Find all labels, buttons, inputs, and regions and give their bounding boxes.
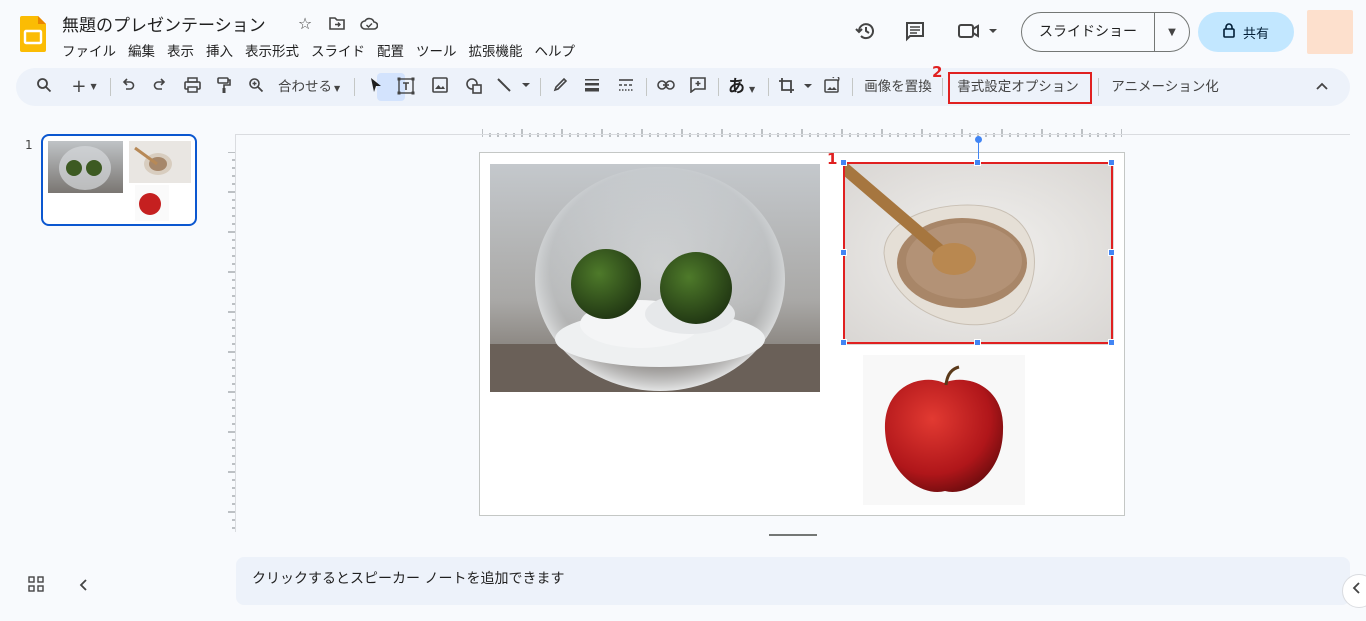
collapse-filmstrip-icon[interactable] <box>78 577 88 596</box>
crop-image-icon[interactable] <box>778 77 816 97</box>
slideshow-button[interactable]: スライドショー ▼ <box>1021 12 1190 52</box>
resize-handle[interactable] <box>974 339 981 346</box>
toolbar-divider <box>1098 78 1099 96</box>
resize-handle[interactable] <box>1108 249 1115 256</box>
format-options-highlight <box>948 72 1092 104</box>
annotation-1: 1 <box>827 150 838 168</box>
grid-view-icon[interactable] <box>28 576 44 596</box>
rotate-handle[interactable] <box>975 136 982 143</box>
redo-icon[interactable] <box>150 77 170 97</box>
resize-handle[interactable] <box>840 249 847 256</box>
cloud-saved-icon[interactable] <box>360 14 378 32</box>
toolbar-divider <box>852 78 853 96</box>
menu-bar: ファイル 編集 表示 挿入 表示形式 スライド 配置 ツール 拡張機能 ヘルプ <box>62 40 575 60</box>
resize-handle[interactable] <box>840 159 847 166</box>
paint-format-icon[interactable] <box>214 77 234 97</box>
toolbar-divider <box>718 78 719 96</box>
avatar[interactable] <box>1307 10 1353 54</box>
slides-logo[interactable] <box>20 16 46 52</box>
share-button[interactable]: 共有 <box>1198 12 1294 52</box>
speaker-notes[interactable]: クリックするとスピーカー ノートを追加できます <box>236 557 1350 605</box>
ruler-baseline <box>235 134 1350 135</box>
border-weight-icon[interactable] <box>582 77 602 97</box>
zoom-icon[interactable] <box>246 77 266 97</box>
slideshow-dropdown-icon[interactable]: ▼ <box>1155 27 1189 38</box>
meet-icon[interactable] <box>957 20 1001 44</box>
menu-arrange[interactable]: 配置 <box>377 40 404 60</box>
undo-icon[interactable] <box>118 77 138 97</box>
print-icon[interactable] <box>182 77 202 97</box>
toolbar-divider <box>110 78 111 96</box>
input-tools-dropdown[interactable]: あ ▼ <box>728 77 768 97</box>
version-history-icon[interactable] <box>854 20 878 44</box>
menu-insert[interactable]: 挿入 <box>206 40 233 60</box>
replace-image-button[interactable]: 画像を置換 <box>862 77 934 97</box>
reset-image-icon[interactable] <box>822 75 842 97</box>
doc-title[interactable]: 無題のプレゼンテーション <box>62 11 266 36</box>
shape-icon[interactable] <box>464 77 484 97</box>
resize-handle[interactable] <box>974 159 981 166</box>
slide-thumbnail[interactable] <box>41 134 197 226</box>
collapse-toolbar-icon[interactable] <box>1312 77 1332 97</box>
toolbar-divider <box>768 78 769 96</box>
line-tool-icon[interactable] <box>496 77 532 97</box>
star-icon[interactable]: ☆ <box>296 14 314 33</box>
zoom-fit-dropdown[interactable]: 合わせる ▼ <box>278 77 348 97</box>
annotation-2: 2 <box>932 63 943 81</box>
menu-file[interactable]: ファイル <box>62 40 116 60</box>
insert-link-icon[interactable] <box>656 77 676 97</box>
menu-slide[interactable]: スライド <box>311 40 365 60</box>
marimo-jar-image[interactable] <box>490 164 820 392</box>
slideshow-label[interactable]: スライドショー <box>1022 13 1155 51</box>
text-box-icon[interactable] <box>396 77 416 97</box>
menu-format[interactable]: 表示形式 <box>245 40 299 60</box>
move-folder-icon[interactable] <box>328 14 346 32</box>
rotate-handle-line <box>978 141 979 161</box>
menu-tools[interactable]: ツール <box>416 40 457 60</box>
share-label: 共有 <box>1242 26 1269 42</box>
notes-resize-handle[interactable] <box>769 534 817 536</box>
select-cursor-icon[interactable] <box>366 77 386 97</box>
menu-extensions[interactable]: 拡張機能 <box>469 40 523 60</box>
animate-button[interactable]: アニメーション化 <box>1108 77 1222 97</box>
input-tools-glyph: あ <box>728 77 745 97</box>
menu-help[interactable]: ヘルプ <box>535 40 576 60</box>
border-color-icon[interactable] <box>550 77 570 97</box>
new-slide-icon[interactable]: + ▼ <box>66 77 102 97</box>
apple-image[interactable] <box>863 355 1025 505</box>
lock-icon <box>1223 22 1235 42</box>
menu-edit[interactable]: 編集 <box>128 40 155 60</box>
resize-handle[interactable] <box>1108 339 1115 346</box>
border-dash-icon[interactable] <box>616 77 636 97</box>
menu-view[interactable]: 表示 <box>167 40 194 60</box>
resize-handle[interactable] <box>840 339 847 346</box>
insert-image-icon[interactable] <box>430 77 450 97</box>
search-menus-icon[interactable] <box>34 77 54 97</box>
horizontal-ruler <box>481 122 1123 137</box>
toolbar-divider <box>540 78 541 96</box>
add-comment-icon[interactable] <box>688 77 708 97</box>
selected-image-highlight <box>843 162 1113 344</box>
toolbar-divider <box>354 78 355 96</box>
comments-icon[interactable] <box>903 20 927 44</box>
resize-handle[interactable] <box>1108 159 1115 166</box>
zoom-fit-label: 合わせる <box>278 79 332 95</box>
slide-number: 1 <box>25 138 33 152</box>
ruler-side-line <box>235 134 236 532</box>
toolbar-divider <box>646 78 647 96</box>
toolbar: + ▼ 合わせる ▼ あ ▼ 画像を置換 書式設定オプション アニメーション化 <box>16 68 1350 106</box>
